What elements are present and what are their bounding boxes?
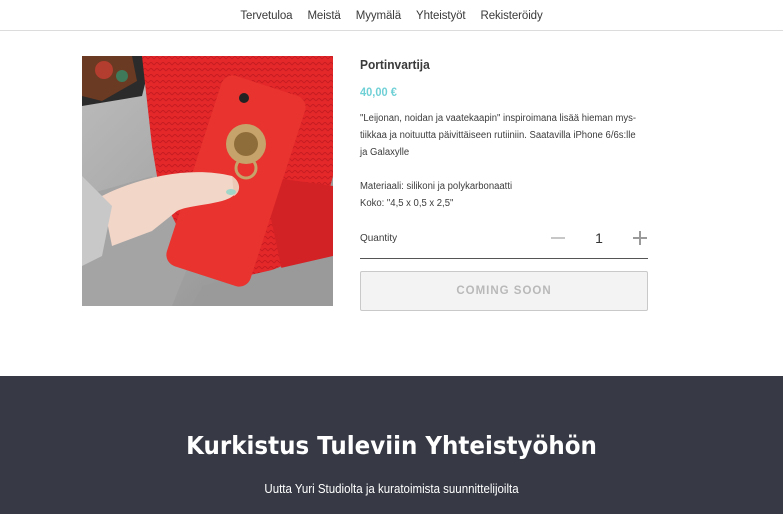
product-photo-icon xyxy=(82,56,333,306)
banner-title: Kurkistus Tuleviin Yhteistyöhön xyxy=(186,431,597,460)
product-title: Portinvartija xyxy=(360,57,430,72)
spec-size: Koko: "4,5 x 0,5 x 2,5" xyxy=(360,198,454,209)
product-image[interactable] xyxy=(82,56,333,306)
quantity-stepper: Quantity 1 xyxy=(360,226,648,259)
banner-subtitle: Uutta Yuri Studiolta ja kuratoimista suu… xyxy=(264,482,519,496)
plus-icon[interactable] xyxy=(630,228,650,248)
description-line: tiikkaa ja noituutta päivittäiseen rutii… xyxy=(360,130,636,141)
product-price: 40,00 € xyxy=(360,85,397,99)
nav-item-yhteistyot[interactable]: Yhteistyöt xyxy=(416,8,466,22)
product-specs: Materiaali: silikoni ja polykarbonaatti … xyxy=(360,178,636,212)
collaboration-banner: Kurkistus Tuleviin Yhteistyöhön Uutta Yu… xyxy=(0,376,783,514)
nav-item-meista[interactable]: Meistä xyxy=(307,8,340,22)
quantity-value[interactable]: 1 xyxy=(589,230,609,246)
nav-item-myymala[interactable]: Myymälä xyxy=(356,8,401,22)
nav-item-rekisteroidy[interactable]: Rekisteröidy xyxy=(481,8,543,22)
quantity-label: Quantity xyxy=(360,232,398,244)
nav-item-tervetuloa[interactable]: Tervetuloa xyxy=(240,8,292,22)
top-navigation: Tervetuloa Meistä Myymälä Yhteistyöt Rek… xyxy=(0,0,783,31)
spec-material: Materiaali: silikoni ja polykarbonaatti xyxy=(360,181,513,192)
coming-soon-button[interactable]: COMING SOON xyxy=(360,271,648,311)
description-line: "Leijonan, noidan ja vaatekaapin" inspir… xyxy=(360,113,637,124)
minus-icon[interactable] xyxy=(548,228,568,248)
description-line: ja Galaxylle xyxy=(360,147,410,158)
product-description: "Leijonan, noidan ja vaatekaapin" inspir… xyxy=(360,110,637,161)
